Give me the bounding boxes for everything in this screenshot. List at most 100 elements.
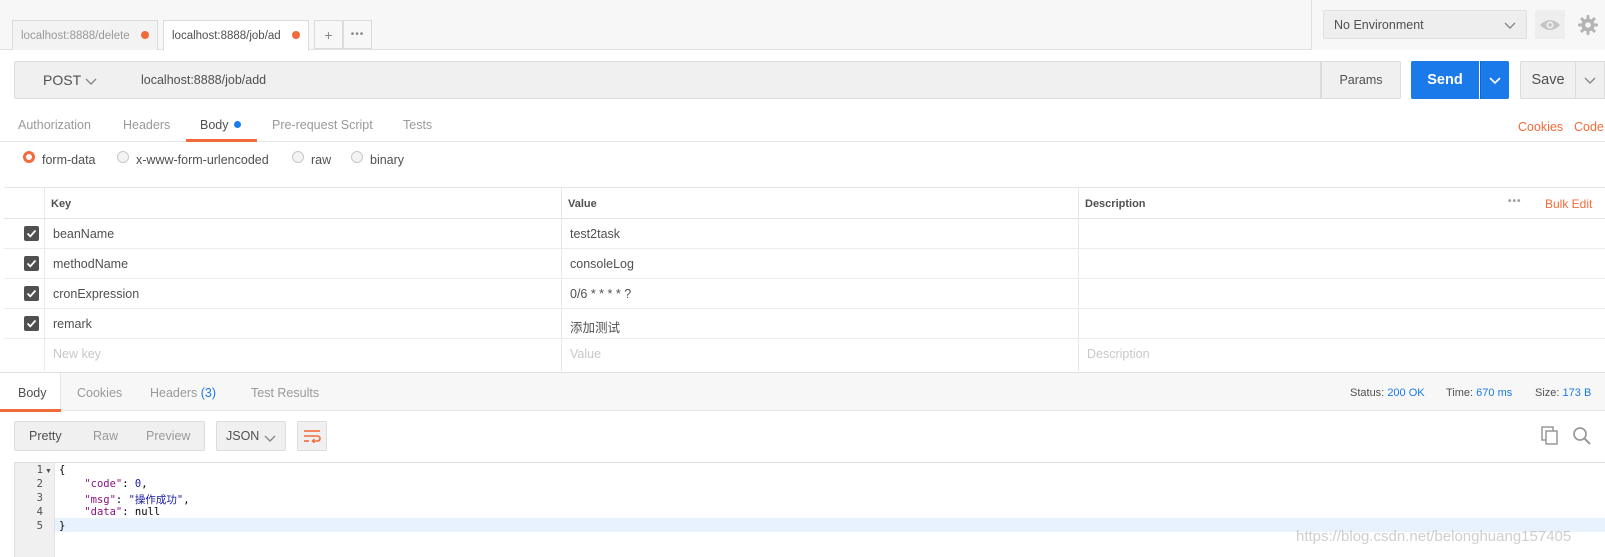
row-key-input[interactable]: beanName <box>53 227 114 241</box>
fold-caret-icon[interactable]: ▼ <box>45 468 52 475</box>
view-mode-group: Pretty Raw Preview <box>14 421 205 451</box>
save-options-button[interactable] <box>1575 61 1605 99</box>
row-enabled-checkbox[interactable] <box>24 286 39 301</box>
radio-raw[interactable]: raw <box>292 151 332 167</box>
url-text: localhost:8888/job/add <box>141 73 267 87</box>
table-row-new: New key Value Description <box>4 339 1605 369</box>
table-row: remark 添加测试 <box>4 309 1605 339</box>
url-input[interactable]: localhost:8888/job/add <box>127 61 1321 99</box>
json-null: null <box>134 506 161 518</box>
view-pretty-button[interactable]: Pretty <box>29 429 62 443</box>
size-label: Size: <box>1535 387 1560 399</box>
row-key-input[interactable]: methodName <box>53 257 128 271</box>
row-enabled-checkbox[interactable] <box>24 256 39 271</box>
row-enabled-checkbox[interactable] <box>24 226 39 241</box>
response-size: Size: 173 B <box>1535 387 1591 399</box>
response-tab-body[interactable]: Body <box>18 386 47 400</box>
header-key: Key <box>51 198 72 210</box>
json-key: "msg" <box>84 494 116 506</box>
response-tab-headers[interactable]: Headers (3) <box>150 386 216 400</box>
request-tabs: Authorization Headers Body Pre-request S… <box>0 110 1605 142</box>
view-raw-button[interactable]: Raw <box>93 429 118 443</box>
bulk-edit-link[interactable]: Bulk Edit <box>1545 197 1592 211</box>
table-row: methodName consoleLog <box>4 249 1605 279</box>
status-value: 200 OK <box>1387 387 1425 399</box>
environment-select[interactable]: No Environment <box>1323 10 1527 39</box>
row-value-input[interactable]: 0/6 * * * * ? <box>570 287 631 301</box>
table-row: beanName test2task <box>4 219 1605 249</box>
format-select[interactable]: JSON <box>216 421 286 451</box>
radio-binary[interactable]: binary <box>351 151 405 167</box>
plus-icon: + <box>324 26 333 43</box>
wrap-lines-button[interactable] <box>297 421 327 451</box>
chevron-down-icon <box>1489 77 1501 85</box>
radio-unselected-icon <box>292 151 304 163</box>
view-preview-button[interactable]: Preview <box>146 429 190 443</box>
cookies-link[interactable]: Cookies <box>1518 120 1563 134</box>
tab-title: localhost:8888/delete <box>21 29 130 42</box>
radio-selected-icon <box>23 151 35 163</box>
json-close-brace: } <box>59 520 66 532</box>
row-value-input[interactable]: 添加测试 <box>570 317 620 336</box>
new-tab-button[interactable]: + <box>314 20 343 49</box>
tab-authorization[interactable]: Authorization <box>18 118 91 132</box>
eye-icon <box>1540 19 1560 30</box>
more-tabs-button[interactable]: ••• <box>343 20 372 49</box>
row-enabled-checkbox[interactable] <box>24 316 39 331</box>
line-number-gutter: 1 2 3 4 5 ▼ <box>15 463 55 557</box>
request-tab-delete[interactable]: localhost:8888/delete <box>12 20 158 50</box>
code-line: "data": null <box>84 506 161 518</box>
send-button[interactable]: Send <box>1411 61 1479 99</box>
chevron-down-icon <box>264 435 276 442</box>
response-tab-test-results[interactable]: Test Results <box>251 386 319 400</box>
checkbox-checked-icon <box>26 229 37 238</box>
json-key: "code" <box>84 478 123 490</box>
search-icon[interactable] <box>1572 426 1592 446</box>
tab-pre-request-script[interactable]: Pre-request Script <box>272 118 373 132</box>
radio-label: raw <box>311 153 332 167</box>
send-options-button[interactable] <box>1480 61 1509 99</box>
json-open-brace: { <box>59 464 66 476</box>
table-more-button[interactable]: ••• <box>1508 196 1522 207</box>
tab-body[interactable]: Body <box>200 118 241 132</box>
radio-unselected-icon <box>351 151 363 163</box>
tab-tests[interactable]: Tests <box>403 118 432 132</box>
row-key-input[interactable]: remark <box>53 317 92 331</box>
environment-quick-look-button[interactable] <box>1535 10 1565 39</box>
line-number: 3 <box>36 492 43 504</box>
params-button[interactable]: Params <box>1321 61 1401 99</box>
response-time: Time: 670 ms <box>1446 387 1512 399</box>
tab-title: localhost:8888/job/ad <box>172 30 281 42</box>
new-description-input[interactable]: Description <box>1087 347 1150 361</box>
environment-area: No Environment <box>1311 0 1605 50</box>
copy-icon[interactable] <box>1540 426 1560 446</box>
gear-icon <box>1578 14 1598 35</box>
new-key-input[interactable]: New key <box>53 347 101 361</box>
row-value-input[interactable]: test2task <box>570 227 620 241</box>
radio-form-data[interactable]: form-data <box>23 151 96 167</box>
json-string: "操作成功" <box>128 494 184 506</box>
manage-environments-button[interactable] <box>1573 10 1603 39</box>
response-tab-cookies[interactable]: Cookies <box>77 386 122 400</box>
unsaved-dot-icon <box>292 31 300 39</box>
checkbox-checked-icon <box>26 319 37 328</box>
method-select[interactable]: POST <box>14 61 128 99</box>
row-key-input[interactable]: cronExpression <box>53 287 139 301</box>
params-label: Params <box>1339 73 1383 87</box>
radio-x-www-form-urlencoded[interactable]: x-www-form-urlencoded <box>117 151 269 167</box>
radio-label: binary <box>370 153 405 167</box>
chevron-down-icon <box>1504 22 1516 29</box>
save-label: Save <box>1531 72 1565 88</box>
code-link[interactable]: Code <box>1574 120 1604 134</box>
new-value-input[interactable]: Value <box>570 347 601 361</box>
watermark: https://blog.csdn.net/belonghuang157405 <box>1296 528 1572 545</box>
request-tab-job-add[interactable]: localhost:8888/job/ad <box>163 20 309 51</box>
table-row: cronExpression 0/6 * * * * ? <box>4 279 1605 309</box>
row-value-input[interactable]: consoleLog <box>570 257 634 271</box>
save-button[interactable]: Save <box>1520 61 1576 99</box>
tab-headers[interactable]: Headers <box>123 118 170 132</box>
line-number: 1 <box>36 464 43 476</box>
code-line: { <box>59 464 65 476</box>
chevron-down-icon <box>85 78 97 85</box>
code-line: } <box>59 520 65 532</box>
